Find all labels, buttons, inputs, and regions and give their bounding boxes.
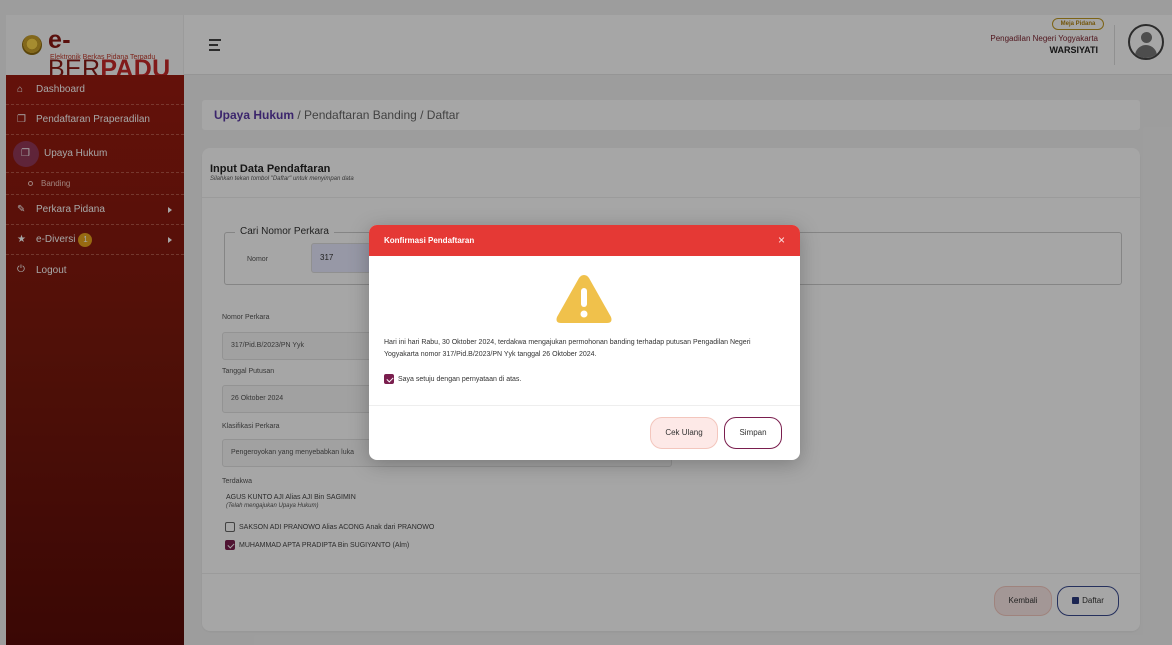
agree-label: Saya setuju dengan pernyataan di atas. <box>398 375 522 383</box>
modal-divider <box>369 405 800 406</box>
simpan-button[interactable]: Simpan <box>724 417 782 449</box>
modal-title: Konfirmasi Pendaftaran <box>384 236 475 245</box>
confirmation-modal: Konfirmasi Pendaftaran × Hari ini hari R… <box>369 225 800 460</box>
modal-message: Hari ini hari Rabu, 30 Oktober 2024, ter… <box>384 339 751 358</box>
modal-header: Konfirmasi Pendaftaran × <box>369 225 800 256</box>
cek-ulang-button[interactable]: Cek Ulang <box>650 417 718 449</box>
agree-checkbox[interactable] <box>384 374 394 384</box>
warning-icon <box>555 273 613 330</box>
close-icon[interactable]: × <box>778 225 785 256</box>
agree-checkbox-row[interactable]: Saya setuju dengan pernyataan di atas. <box>384 374 521 384</box>
